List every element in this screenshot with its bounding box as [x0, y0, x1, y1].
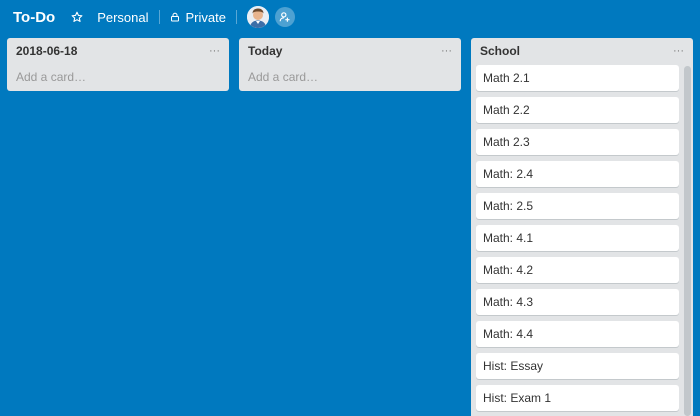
card[interactable]: Math: 4.2 — [476, 257, 679, 283]
card[interactable]: Math 2.3 — [476, 129, 679, 155]
lock-icon — [170, 12, 180, 22]
card[interactable]: Math: 4.3 — [476, 289, 679, 315]
card[interactable]: Math: 2.4 — [476, 161, 679, 187]
card[interactable]: Math: 4.4 — [476, 321, 679, 347]
avatar[interactable] — [246, 6, 269, 28]
list-title[interactable]: Today — [248, 44, 282, 58]
header-divider — [235, 10, 237, 24]
card[interactable]: Hist: Exam 1 — [476, 385, 679, 411]
list-header: 2018-06-18 ··· — [7, 38, 229, 64]
team-button[interactable]: Personal — [97, 10, 148, 25]
list-2018-06-18: 2018-06-18 ··· Add a card… — [7, 38, 229, 91]
list-header: Today ··· — [239, 38, 461, 64]
visibility-button[interactable]: Private — [170, 10, 226, 25]
visibility-label: Private — [185, 9, 226, 25]
card[interactable]: Math: 4.1 — [476, 225, 679, 251]
list-title[interactable]: 2018-06-18 — [16, 44, 77, 58]
card[interactable]: Math: 2.5 — [476, 193, 679, 219]
list-menu-icon[interactable]: ··· — [441, 45, 452, 57]
card[interactable]: Math 2.2 — [476, 97, 679, 123]
list-menu-icon[interactable]: ··· — [209, 45, 220, 57]
card[interactable]: Math 2.1 — [476, 65, 679, 91]
list-title[interactable]: School — [480, 44, 520, 58]
list-header: School ··· — [471, 38, 693, 64]
list-scrollbar[interactable] — [684, 66, 691, 416]
list-school: School ··· Math 2.1 Math 2.2 Math 2.3 Ma… — [471, 38, 693, 416]
board-title[interactable]: To-Do — [13, 9, 55, 26]
scrollbar-thumb[interactable] — [684, 66, 691, 416]
add-member-icon[interactable] — [274, 7, 295, 27]
header-divider — [158, 10, 160, 24]
star-icon[interactable] — [70, 10, 84, 24]
add-card-button[interactable]: Add a card… — [7, 64, 229, 91]
card[interactable]: Hist: Essay — [476, 353, 679, 379]
list-today: Today ··· Add a card… — [239, 38, 461, 91]
add-card-button[interactable]: Add a card… — [239, 64, 461, 91]
board-header: To-Do Personal Private — [0, 0, 700, 34]
list-menu-icon[interactable]: ··· — [673, 45, 684, 57]
